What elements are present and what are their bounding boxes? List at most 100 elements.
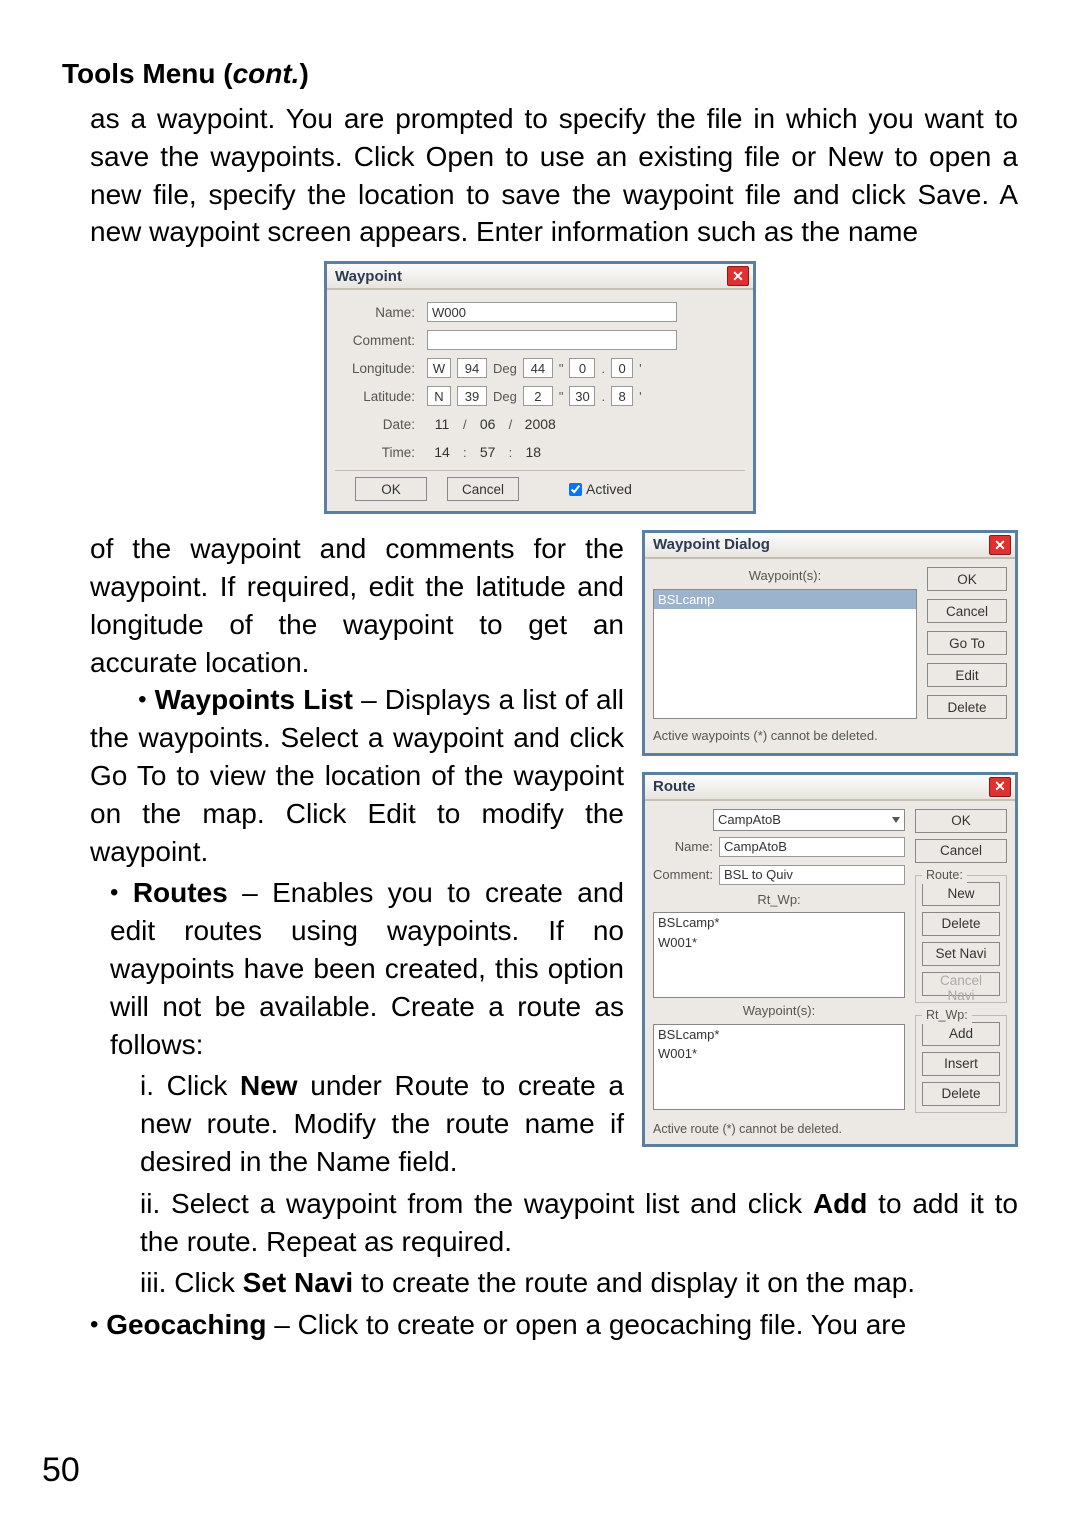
date-m: 11 xyxy=(427,416,457,432)
lon-min-input[interactable] xyxy=(523,358,553,378)
route-group-label: Route: xyxy=(922,867,967,884)
waypoint-titlebar[interactable]: Waypoint ✕ xyxy=(327,264,753,290)
lat-min-input[interactable] xyxy=(523,386,553,406)
time-s: 18 xyxy=(518,444,548,460)
close-icon[interactable]: ✕ xyxy=(727,266,749,286)
delete-button[interactable]: Delete xyxy=(927,695,1007,719)
lat-label: Latitude: xyxy=(335,389,421,404)
page-number: 50 xyxy=(42,1451,80,1490)
step-iii-a: iii. Click xyxy=(140,1267,243,1298)
deg-label: Deg xyxy=(493,361,517,376)
ok-button[interactable]: OK xyxy=(927,567,1007,591)
close-icon[interactable]: ✕ xyxy=(989,535,1011,555)
heading-cont: cont. xyxy=(233,58,300,89)
wpl-title: Waypoint Dialog xyxy=(653,535,989,555)
actived-checkbox[interactable]: Actived xyxy=(569,481,632,497)
route-comment-input[interactable] xyxy=(719,865,905,885)
rtwp-listbox[interactable]: BSLcamp* W001* xyxy=(653,912,905,998)
waypoint-title: Waypoint xyxy=(335,268,727,285)
lon-label: Longitude: xyxy=(335,361,421,376)
wpl-heading: Waypoints List xyxy=(155,684,353,715)
time-label: Time: xyxy=(335,445,421,460)
waypoint-dialog: Waypoint ✕ Name: Comment: Longitude: Deg… xyxy=(324,261,756,514)
route-footnote: Active route (*) cannot be deleted. xyxy=(645,1121,1015,1144)
lon-deg-input[interactable] xyxy=(457,358,487,378)
cancel-navi-button[interactable]: Cancel Navi xyxy=(922,972,1000,996)
set-navi-button[interactable]: Set Navi xyxy=(922,942,1000,966)
step-iii-bold: Set Navi xyxy=(243,1267,354,1298)
list-item[interactable]: W001* xyxy=(654,933,904,953)
cancel-button[interactable]: Cancel xyxy=(927,599,1007,623)
rtwp-group-label: Rt_Wp: xyxy=(922,1007,972,1024)
list-item[interactable]: BSLcamp* xyxy=(654,913,904,933)
slash-1: / xyxy=(463,417,467,432)
list-item[interactable]: BSLcamp xyxy=(654,590,916,610)
lat-frac-input[interactable] xyxy=(611,386,633,406)
lat-deg-input[interactable] xyxy=(457,386,487,406)
bullet-icon: • xyxy=(138,686,146,713)
bullet-icon: • xyxy=(90,1311,98,1338)
wpl-label: Waypoint(s): xyxy=(653,1002,905,1020)
route-comment-label: Comment: xyxy=(653,866,713,884)
add-button[interactable]: Add xyxy=(922,1022,1000,1046)
new-button[interactable]: New xyxy=(922,882,1000,906)
colon-2: : xyxy=(509,445,513,460)
route-select[interactable]: CampAtoB xyxy=(713,809,905,831)
insert-button[interactable]: Insert xyxy=(922,1052,1000,1076)
wpl-listbox[interactable]: BSLcamp xyxy=(653,589,917,719)
route-title: Route xyxy=(653,777,989,797)
actived-checkbox-input[interactable] xyxy=(569,483,582,496)
dot-label: . xyxy=(601,361,605,376)
geo-text: – Click to create or open a geocaching f… xyxy=(266,1309,906,1340)
routes-heading: Routes xyxy=(133,877,228,908)
lat-sec-input[interactable] xyxy=(569,386,595,406)
lon-sec-input[interactable] xyxy=(569,358,595,378)
wpl-footnote: Active waypoints (*) cannot be deleted. xyxy=(645,727,1015,753)
delete-rtwp-button[interactable]: Delete xyxy=(922,1082,1000,1106)
actived-label: Actived xyxy=(586,481,632,497)
cancel-button[interactable]: Cancel xyxy=(915,839,1007,863)
ok-button[interactable]: OK xyxy=(355,477,427,501)
route-titlebar[interactable]: Route ✕ xyxy=(645,775,1015,801)
lon-frac-input[interactable] xyxy=(611,358,633,378)
name-input[interactable] xyxy=(427,302,677,322)
date-d: 06 xyxy=(473,416,503,432)
close-icon[interactable]: ✕ xyxy=(989,777,1011,797)
deg-label-2: Deg xyxy=(493,389,517,404)
wpl-titlebar[interactable]: Waypoint Dialog ✕ xyxy=(645,533,1015,559)
route-select-value: CampAtoB xyxy=(718,811,781,829)
waypoint-list-dialog: Waypoint Dialog ✕ Waypoint(s): BSLcamp O… xyxy=(642,530,1018,756)
comment-label: Comment: xyxy=(335,333,421,348)
heading-suffix: ) xyxy=(299,58,308,89)
lat-hemi-input[interactable] xyxy=(427,386,451,406)
rtwp-label: Rt_Wp: xyxy=(653,891,905,909)
ok-button[interactable]: OK xyxy=(915,809,1007,833)
section-heading: Tools Menu (cont.) xyxy=(62,58,1018,90)
route-dialog: Route ✕ CampAtoB Name: Comment: xyxy=(642,772,1018,1147)
colon-1: : xyxy=(463,445,467,460)
geo-heading: Geocaching xyxy=(106,1309,266,1340)
date-label: Date: xyxy=(335,417,421,432)
route-name-label: Name: xyxy=(653,838,713,856)
quote-label: " xyxy=(559,361,564,376)
name-label: Name: xyxy=(335,305,421,320)
heading-prefix: Tools Menu ( xyxy=(62,58,233,89)
wpl-list-header: Waypoint(s): xyxy=(653,567,917,585)
list-item[interactable]: W001* xyxy=(654,1044,904,1064)
paragraph-wp-desc: of the waypoint and comments for the way… xyxy=(90,533,624,677)
apos-label-2: ' xyxy=(639,389,641,404)
step-ii-a: ii. Select a waypoint from the waypoint … xyxy=(140,1188,813,1219)
lon-hemi-input[interactable] xyxy=(427,358,451,378)
route-wp-listbox[interactable]: BSLcamp* W001* xyxy=(653,1024,905,1110)
step-i-bold: New xyxy=(240,1070,298,1101)
edit-button[interactable]: Edit xyxy=(927,663,1007,687)
delete-button[interactable]: Delete xyxy=(922,912,1000,936)
step-iii-b: to create the route and display it on th… xyxy=(353,1267,915,1298)
cancel-button[interactable]: Cancel xyxy=(447,477,519,501)
comment-input[interactable] xyxy=(427,330,677,350)
list-item[interactable]: BSLcamp* xyxy=(654,1025,904,1045)
bullet-icon: • xyxy=(110,879,118,906)
time-m: 57 xyxy=(473,444,503,460)
route-name-input[interactable] xyxy=(719,837,905,857)
goto-button[interactable]: Go To xyxy=(927,631,1007,655)
